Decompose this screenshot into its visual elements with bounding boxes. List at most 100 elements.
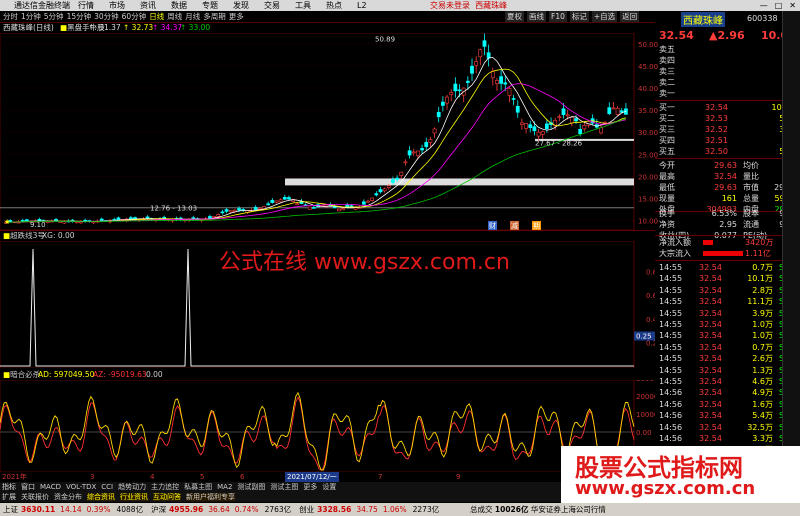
period-tab[interactable]: 周线 bbox=[167, 11, 182, 22]
menu-item-data[interactable]: 数据 bbox=[171, 0, 202, 11]
indicator-tab[interactable]: MACD bbox=[40, 483, 61, 491]
indicator-tab[interactable]: 更多 bbox=[303, 483, 317, 491]
indicator-tab[interactable]: 测试主图 bbox=[270, 483, 298, 491]
tick-time: 14:56 bbox=[659, 388, 683, 398]
chart-action-button[interactable]: F10 bbox=[549, 11, 567, 22]
indicator1-param: XG: 0.00 bbox=[42, 231, 75, 240]
indicator-tabs: 指标 窗口 MACD VOL-TDX CCI 趋势动力 主力追控 私募主图 MA2 测试副图 测试主… bbox=[0, 482, 655, 492]
period-tab[interactable]: 5分钟 bbox=[44, 11, 64, 22]
ask-row[interactable]: 卖二 bbox=[655, 77, 800, 88]
tick-row: 14:5532.540.7万S5 bbox=[655, 262, 800, 273]
candle-body bbox=[307, 206, 312, 210]
indicator-tab[interactable]: 私募主图 bbox=[184, 483, 212, 491]
candle-body bbox=[569, 116, 574, 124]
period-tab[interactable]: 月线 bbox=[185, 11, 200, 22]
minimize-icon[interactable]: — bbox=[760, 0, 768, 11]
tick-time: 14:56 bbox=[659, 422, 683, 432]
candle-body bbox=[386, 185, 391, 188]
indicator2-chart[interactable]: 3000020000100000.00-10000 bbox=[0, 380, 655, 472]
bid-row[interactable]: 买一32.5410063万 bbox=[655, 102, 800, 113]
bid-row[interactable]: 买二32.5354.3万 bbox=[655, 113, 800, 124]
order-price: 32.54 bbox=[705, 103, 728, 112]
tick-price: 32.54 bbox=[699, 342, 722, 352]
menu-item-tools[interactable]: 工具 bbox=[295, 0, 326, 11]
extension-tab[interactable]: 新用户福利专享 bbox=[186, 493, 235, 501]
period-tab[interactable]: 分时 bbox=[3, 11, 18, 22]
close-icon[interactable]: ✕ bbox=[789, 0, 796, 11]
indicator-tab[interactable]: CCI bbox=[101, 483, 113, 491]
indicator-tab[interactable]: 趋势动力 bbox=[118, 483, 146, 491]
period-tab[interactable]: 15分钟 bbox=[67, 11, 92, 22]
order-label: 卖一 bbox=[659, 89, 675, 98]
indicator-tab[interactable]: VOL-TDX bbox=[66, 483, 96, 491]
extension-tab[interactable]: 互动问答 bbox=[153, 493, 181, 501]
price-annotation: 9.10 bbox=[30, 221, 46, 229]
maximize-icon[interactable]: □ bbox=[775, 0, 783, 11]
indicator-tab[interactable]: MA2 bbox=[217, 483, 232, 491]
candle-body bbox=[578, 128, 583, 135]
index-quote[interactable]: 创业 3328.56 34.75 1.06% 2273亿 bbox=[299, 503, 439, 516]
bid-row[interactable]: 买五32.5053.6万 bbox=[655, 146, 800, 157]
ask-row[interactable]: 卖四 bbox=[655, 55, 800, 66]
period-tab[interactable]: 多周期 bbox=[203, 11, 226, 22]
chart-action-button[interactable]: 画线 bbox=[527, 11, 546, 22]
menu-item-discover[interactable]: 发现 bbox=[233, 0, 264, 11]
index-quote[interactable]: 沪深 4955.96 36.64 0.74% 2763亿 bbox=[151, 503, 291, 516]
period-tab[interactable]: 60分钟 bbox=[122, 11, 147, 22]
quote-label: 总量 bbox=[743, 194, 759, 203]
quote-value: 32.54 bbox=[714, 172, 737, 181]
candle-body bbox=[257, 207, 262, 210]
menu-item-trade[interactable]: 交易 bbox=[264, 0, 295, 11]
ad-line bbox=[0, 391, 635, 471]
period-tab[interactable]: 更多 bbox=[229, 11, 244, 22]
extension-tab[interactable]: 行业资讯 bbox=[120, 493, 148, 501]
extension-tab[interactable]: 资金分布 bbox=[54, 493, 82, 501]
menu-item-market[interactable]: 市场 bbox=[109, 0, 140, 11]
ask-row[interactable]: 卖一 bbox=[655, 88, 800, 99]
indicator-tab[interactable]: 主力追控 bbox=[151, 483, 179, 491]
flow-label: 净流入额 bbox=[659, 238, 691, 247]
index-quote[interactable]: 上证 3630.11 14.14 0.39% 4088亿 bbox=[3, 503, 143, 516]
time-tick: 7 bbox=[378, 473, 383, 481]
bid-row[interactable]: 买四32.514.2万 bbox=[655, 135, 800, 146]
period-tab[interactable]: 30分钟 bbox=[94, 11, 119, 22]
ask-row[interactable]: 卖五 bbox=[655, 44, 800, 55]
indicator-tab[interactable]: 指标 bbox=[2, 483, 16, 491]
indicator-tab[interactable]: 窗口 bbox=[21, 483, 35, 491]
tick-row: 14:5532.542.6万S1 bbox=[655, 353, 800, 364]
candle-body bbox=[453, 83, 458, 92]
watermark-corner: 股票公式指标网 www.gszx.com.cn bbox=[561, 446, 800, 503]
stock-name: 西藏珠峰 bbox=[681, 12, 725, 27]
indicator-tab[interactable]: 测试副图 bbox=[237, 483, 265, 491]
candle-body bbox=[432, 128, 437, 134]
time-tick: 4 bbox=[150, 473, 155, 481]
chart-action-button[interactable]: 夏权 bbox=[505, 11, 524, 22]
ask-row[interactable]: 卖三 bbox=[655, 66, 800, 77]
chart-action-button[interactable]: 标记 bbox=[569, 11, 589, 22]
extension-tab[interactable]: 关联报价 bbox=[21, 493, 49, 501]
order-label: 卖四 bbox=[659, 56, 675, 65]
tick-price: 32.54 bbox=[699, 434, 722, 443]
menu-item-quotes[interactable]: 行情 bbox=[78, 0, 109, 11]
chart-action-button[interactable]: +自选 bbox=[591, 11, 618, 22]
price-annotation: 50.89 bbox=[375, 36, 395, 44]
extension-tab[interactable]: 综合资讯 bbox=[87, 493, 115, 501]
candle-body bbox=[133, 217, 137, 220]
period-tab[interactable]: 日线 bbox=[149, 11, 164, 22]
side-toolbar[interactable] bbox=[782, 11, 800, 503]
menu-item-news[interactable]: 资讯 bbox=[140, 0, 171, 11]
index-label: 沪深 bbox=[151, 505, 167, 514]
chart-actions: 夏权 画线 F10 标记 +自选 返回 bbox=[505, 11, 640, 22]
menu-item-hot[interactable]: 热点 bbox=[326, 0, 357, 11]
tick-volume: 0.7万 bbox=[752, 263, 773, 272]
orderbook-divider bbox=[655, 100, 800, 101]
menu-item-l2[interactable]: L2 bbox=[357, 0, 388, 11]
order-price: 32.52 bbox=[705, 125, 728, 134]
candle-body bbox=[99, 218, 104, 222]
login-status[interactable]: 交易未登录 西藏珠峰 bbox=[430, 0, 507, 11]
menu-item-topics[interactable]: 专题 bbox=[202, 0, 233, 11]
period-tab[interactable]: 1分钟 bbox=[21, 11, 41, 22]
extension-tab[interactable]: 扩展 bbox=[2, 493, 16, 501]
bid-row[interactable]: 买三32.5238.0万 bbox=[655, 124, 800, 135]
indicator-tab[interactable]: 设置 bbox=[322, 483, 336, 491]
